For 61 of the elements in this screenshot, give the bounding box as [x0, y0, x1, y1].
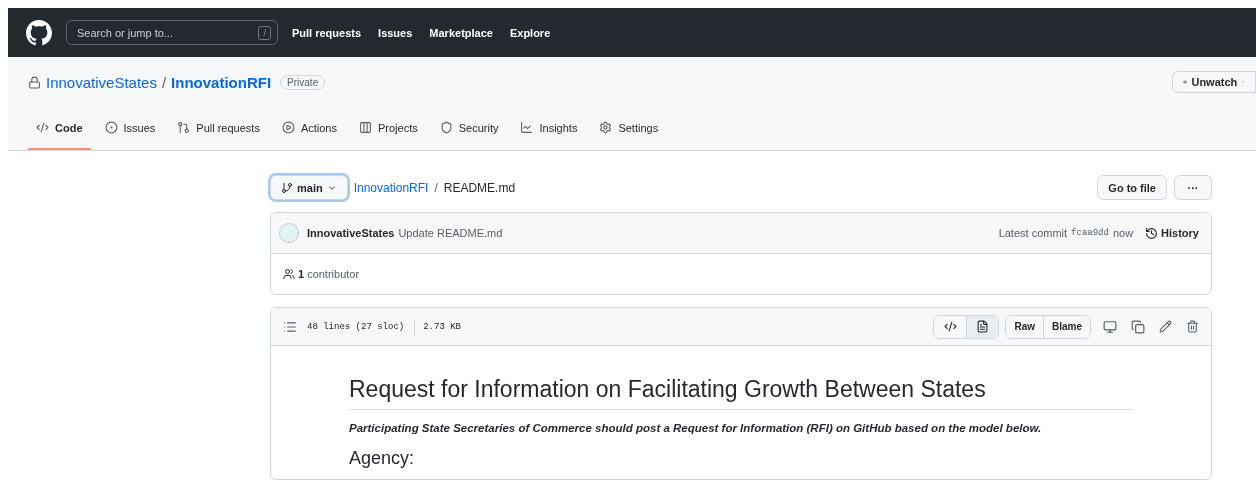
breadcrumb-repo-link[interactable]: InnovationRFI	[353, 180, 429, 195]
path-separator: /	[434, 180, 438, 195]
shortcut-key: /	[258, 25, 271, 40]
file-action-button[interactable]: Blame	[1043, 315, 1090, 338]
edit-icon[interactable]	[1159, 320, 1172, 333]
latest-commit-label: Latest commit	[998, 227, 1068, 239]
more-options-button[interactable]: ···	[1174, 175, 1212, 200]
history-icon	[1145, 226, 1159, 240]
repo-tab[interactable]: Pull requests	[169, 109, 268, 150]
repo-tab[interactable]: Insights	[512, 109, 586, 150]
nav-link[interactable]: Marketplace	[429, 26, 493, 39]
commit-author[interactable]: InnovativeStates	[307, 227, 395, 239]
line-count: 48 lines (27 sloc)	[307, 321, 405, 332]
path-separator: /	[161, 73, 167, 91]
play-icon	[281, 121, 295, 134]
file-size: 2.73 KB	[423, 321, 462, 332]
board-icon	[358, 121, 372, 134]
repo-tab[interactable]: Settings	[591, 109, 667, 150]
readme-title: Request for Information on Facilitating Growth Between States	[349, 376, 1133, 410]
people-icon	[283, 268, 295, 280]
settings-icon	[599, 121, 613, 134]
commit-message[interactable]: Update README.md	[398, 227, 503, 239]
nav-link[interactable]: Explore	[509, 26, 551, 39]
preview-button[interactable]	[966, 315, 999, 338]
list-icon[interactable]	[283, 319, 297, 334]
lock-icon	[28, 75, 41, 89]
unwatch-button[interactable]: Unwatch	[1172, 71, 1256, 93]
go-to-file-button[interactable]: Go to file	[1097, 175, 1167, 200]
branch-icon	[281, 181, 293, 194]
code-icon	[36, 121, 49, 134]
file-name: README.md	[443, 180, 516, 195]
copy-icon[interactable]	[1131, 319, 1145, 334]
nav-link[interactable]: Issues	[378, 26, 413, 39]
commit-time: now	[1112, 227, 1134, 239]
pull-request-icon	[177, 121, 191, 134]
repo-tab[interactable]: Actions	[273, 109, 345, 150]
file-icon	[976, 320, 990, 333]
contributor-count: 1	[298, 268, 305, 280]
readme-intro: Participating State Secretaries of Commerce should post a Request for Information (RFI) on GitHub based on the model below.	[349, 422, 1043, 434]
repo-tab[interactable]: Issues	[96, 109, 164, 150]
repo-owner-link[interactable]: InnovativeStates	[46, 73, 157, 91]
repo-tab[interactable]: Projects	[350, 109, 426, 150]
circle-dot-icon	[104, 121, 118, 134]
delete-icon[interactable]	[1186, 320, 1199, 333]
search-placeholder: Search or jump to...	[77, 26, 173, 39]
nav-link[interactable]: Pull requests	[292, 26, 362, 39]
history-link[interactable]: History	[1145, 226, 1199, 240]
section-heading: Agency:	[349, 448, 416, 469]
commit-sha[interactable]: fcaa9dd	[1071, 228, 1109, 238]
graph-icon	[520, 121, 534, 134]
avatar	[279, 223, 299, 243]
monitor-icon[interactable]	[1103, 319, 1117, 334]
contributor-link[interactable]: contributor	[307, 268, 360, 280]
branch-button[interactable]: main	[270, 175, 348, 200]
code-icon	[943, 320, 957, 333]
octocat-logo-icon[interactable]	[26, 19, 52, 46]
repo-tab[interactable]: Security	[431, 109, 507, 150]
repo-name-link[interactable]: InnovationRFI	[171, 73, 272, 91]
repo-tab[interactable]: Code	[28, 109, 91, 150]
shield-icon	[439, 121, 453, 134]
search-field[interactable]: Search or jump to... /	[66, 20, 278, 45]
